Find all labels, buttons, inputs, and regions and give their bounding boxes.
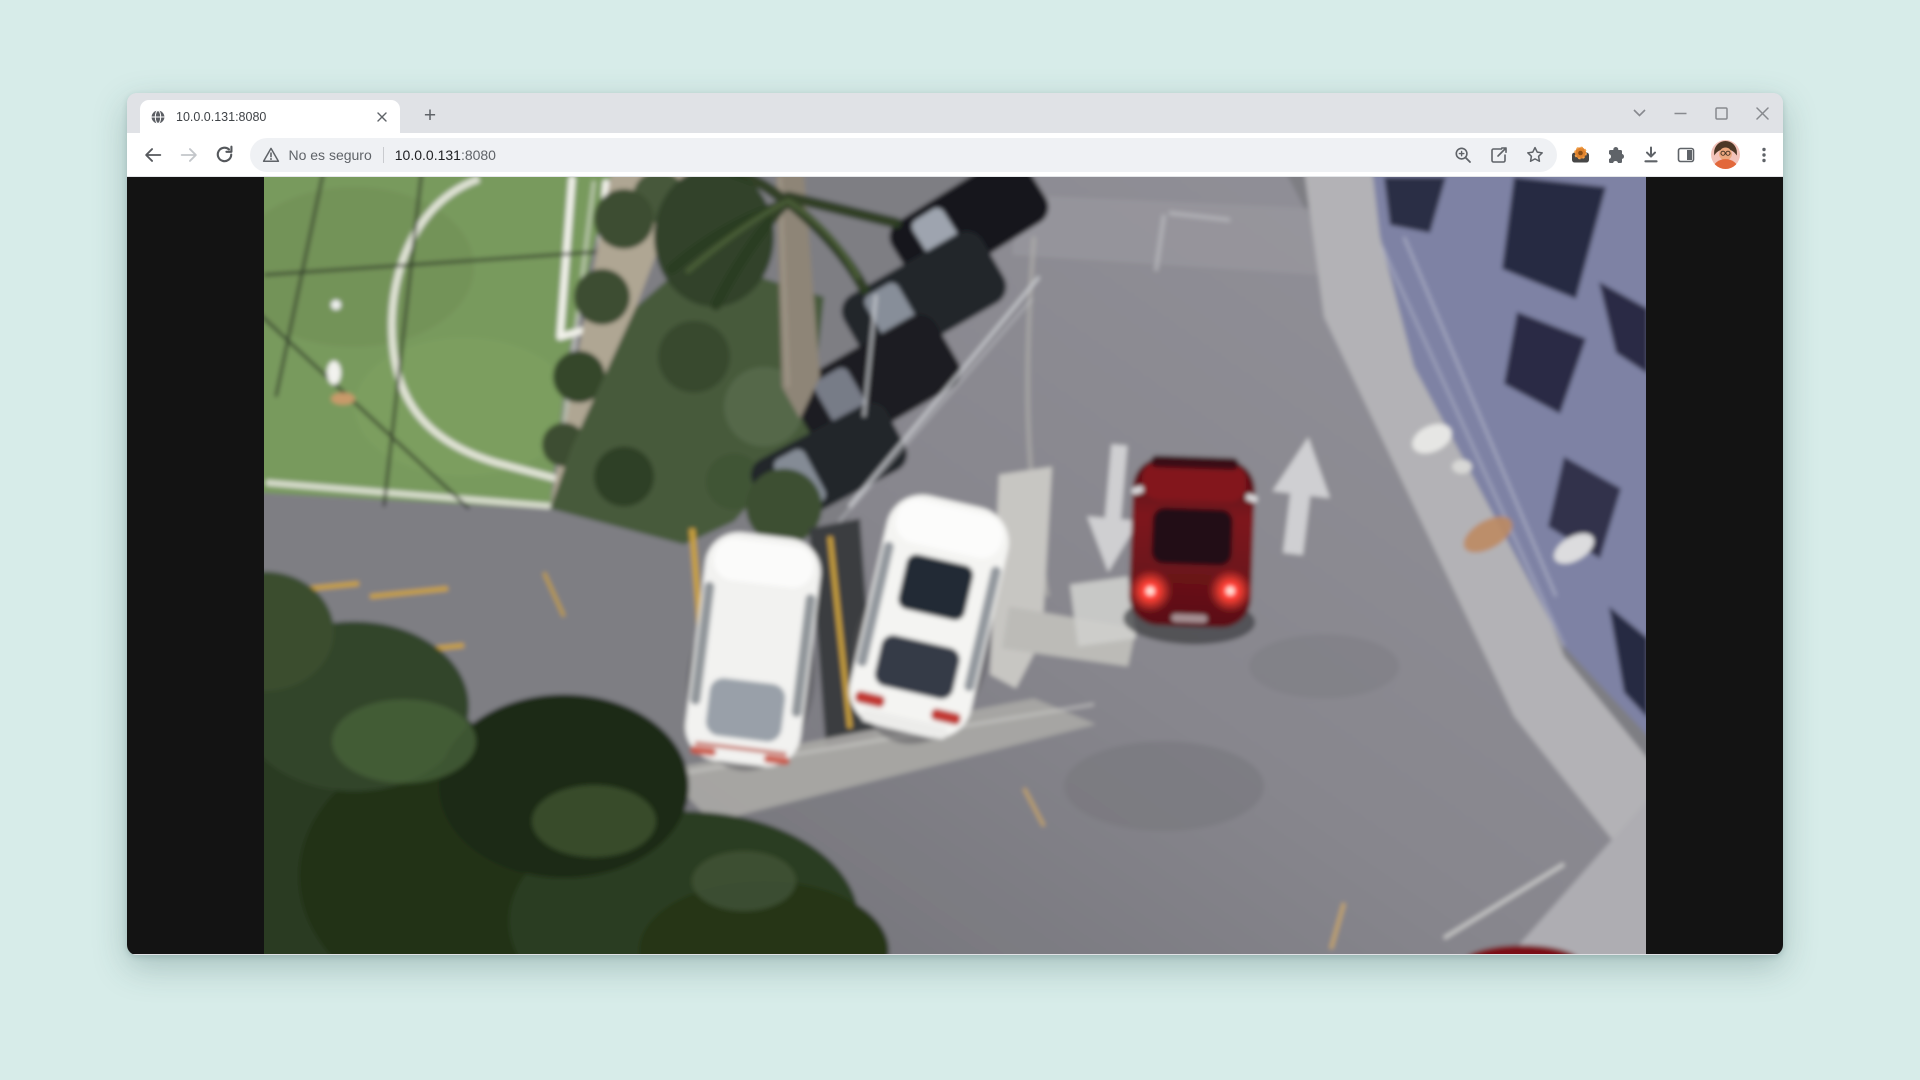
- reload-icon[interactable]: [210, 140, 240, 170]
- window-controls: [1632, 102, 1769, 124]
- address-bar[interactable]: No es seguro 10.0.0.131 :8080: [250, 138, 1557, 172]
- extensions-puzzle-icon[interactable]: [1606, 145, 1626, 165]
- tab-close-icon[interactable]: [373, 108, 390, 125]
- new-tab-button[interactable]: +: [415, 101, 445, 131]
- browser-window: 10.0.0.131:8080 +: [127, 93, 1783, 955]
- page-content: [127, 177, 1783, 954]
- bookmark-star-icon[interactable]: [1525, 145, 1545, 165]
- camera-stream-frame: [264, 177, 1646, 954]
- extension-orange-icon[interactable]: [1570, 144, 1591, 165]
- security-label: No es seguro: [288, 147, 371, 163]
- download-icon[interactable]: [1641, 145, 1661, 165]
- tab-strip: 10.0.0.131:8080 +: [127, 93, 1783, 133]
- back-icon[interactable]: [138, 140, 168, 170]
- tab-title: 10.0.0.131:8080: [176, 110, 373, 124]
- minimize-icon[interactable]: [1673, 106, 1687, 120]
- close-icon[interactable]: [1755, 106, 1769, 120]
- warning-triangle-icon[interactable]: [262, 146, 280, 164]
- globe-icon: [150, 109, 166, 125]
- profile-avatar[interactable]: [1711, 140, 1740, 169]
- menu-kebab-icon[interactable]: [1755, 146, 1773, 164]
- browser-toolbar: No es seguro 10.0.0.131 :8080: [127, 133, 1783, 177]
- chevron-down-icon[interactable]: [1632, 106, 1646, 120]
- maximize-icon[interactable]: [1714, 106, 1728, 120]
- zoom-icon[interactable]: [1453, 145, 1473, 165]
- side-panel-icon[interactable]: [1676, 145, 1696, 165]
- tab-active[interactable]: 10.0.0.131:8080: [140, 100, 400, 133]
- share-icon[interactable]: [1489, 145, 1509, 165]
- toolbar-extensions-area: [1570, 140, 1773, 169]
- url-port: :8080: [461, 147, 496, 163]
- url-host: 10.0.0.131: [395, 147, 461, 163]
- forward-icon[interactable]: [174, 140, 204, 170]
- omnibox-divider: [383, 147, 384, 163]
- camera-stream: [264, 177, 1646, 954]
